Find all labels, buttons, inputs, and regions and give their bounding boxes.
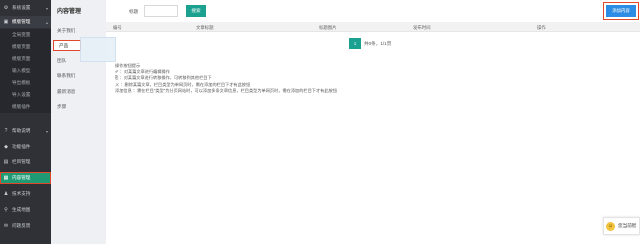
tips-line-add: 添加信息 ：需在栏目"类型"为分页网站时，可以添加多条文章信息，栏目类型为单网页… [115,87,337,93]
panel-item-steps[interactable]: 步骤 [51,101,106,112]
sidebar-item-label: 生成地图 [12,207,31,212]
sidebar-item-feedback[interactable]: ✉ 问题反馈 [0,220,51,232]
sidebar-item-label: 问题反馈 [12,223,31,228]
sidebar-subitem-template-pages[interactable]: 模版页面 [0,41,51,53]
add-content-button[interactable]: 添加内容 [606,5,636,17]
assistant-widget[interactable]: ☺ 您当前智 [603,217,640,235]
pagination: 1 共0条，1/1页 [349,38,391,49]
sidebar-item-label: 帮助说明 [12,128,31,133]
sidebar-item-content-manage[interactable]: ▦ 内容管理 [0,172,51,184]
sidebar-subitem-export-template[interactable]: 导出模板 [0,77,51,89]
column-header-id: 编号 [113,25,122,30]
sidebar-item-label: 内容管理 [12,175,31,180]
sidebar-subitem-input-model[interactable]: 输入模型 [0,65,51,77]
column-header-image: 标题图片 [319,25,337,30]
chevron-down-icon: ▾ [45,128,48,134]
content-icon: ▦ [3,175,9,181]
support-icon: ♟ [3,191,9,197]
module-icon: ▣ [3,19,9,25]
sidebar-item-label: 功能插件 [12,144,31,149]
sidebar-item-label: 模版管理 [12,19,31,24]
sidebar-item-tech-support[interactable]: ♟ 技术支持 [0,188,51,200]
sidebar-item-column-manage[interactable]: ▤ 栏目管理 [0,156,51,168]
operation-tips: 操作按钮提示 ✐ ：对某篇文章进行编辑操作 ⎘ ：对某篇文章进行转移操作，可转移… [115,63,337,94]
search-input[interactable] [144,5,178,17]
menu-flyout [80,37,116,62]
chevron-up-icon: ▴ [45,19,48,25]
table-header: 编号 文章标题 标题图片 发布时间 操作 [106,22,640,32]
panel-title: 内容管理 [57,9,82,15]
help-icon: ? [4,128,8,134]
sidebar-item-label: 全局变量 [12,32,31,37]
sidebar-item-label: 输入模型 [12,68,31,73]
sidebar-item-generate-sitemap[interactable]: ⚲ 生成地图 [0,204,51,216]
sidebar-item-label: 模版插件 [12,104,31,109]
widget-text: 您当前智 [618,223,637,228]
page-button-current[interactable]: 1 [349,38,361,49]
column-header-title: 文章标题 [196,25,214,30]
column-header-publish-time: 发布时间 [413,25,431,30]
page-info: 共0条，1/1页 [364,40,392,46]
sidebar-item-label: 导出模板 [12,80,31,85]
smiley-icon: ☺ [606,221,615,231]
sidebar-item-label: 导入设置 [12,92,31,97]
chevron-down-icon: ▾ [45,5,48,11]
panel-item-about-us[interactable]: 关于我们 [51,25,106,36]
sidebar-item-help[interactable]: ? 帮助说明 ▾ [0,125,51,137]
sidebar-item-label: 技术支持 [12,191,31,196]
feedback-icon: ✉ [3,223,9,229]
sidebar-subitem-template-pages-2[interactable]: 模版页面 [0,53,51,65]
sidebar-item-label: 栏目管理 [12,159,31,164]
panel-item-latest-news[interactable]: 最新消息 [51,86,106,97]
column-header-actions: 操作 [537,25,546,30]
column-icon: ▤ [3,159,9,165]
sitemap-icon: ⚲ [4,207,8,213]
add-button-highlight: 添加内容 [603,2,639,20]
sidebar-subitem-global-vars[interactable]: 全局变量 [0,29,51,41]
sidebar: ⚙ 系统设置 ▾ ▣ 模版管理 ▴ 全局变量 模版页面 模版页面 输入模型 导出… [0,0,51,244]
search-label: 标题 [129,9,139,14]
sidebar-item-label: 模版页面 [12,56,31,61]
plugin-icon: ◆ [4,144,8,150]
search-button[interactable]: 搜索 [186,5,206,17]
sidebar-subitem-import-settings[interactable]: 导入设置 [0,89,51,101]
panel-item-contact-us[interactable]: 联系我们 [51,70,106,81]
panel-item-products[interactable]: 产品 [53,40,81,51]
sidebar-item-label: 模版页面 [12,44,31,49]
sidebar-item-function-plugins[interactable]: ◆ 功能插件 [0,141,51,153]
sidebar-item-label: 系统设置 [12,5,31,10]
sidebar-item-system-settings[interactable]: ⚙ 系统设置 ▾ [0,2,51,14]
gear-icon: ⚙ [3,5,9,11]
sidebar-item-template-manage[interactable]: ▣ 模版管理 ▴ [0,16,51,28]
sidebar-subitem-template-plugins[interactable]: 模版插件 [0,101,51,113]
